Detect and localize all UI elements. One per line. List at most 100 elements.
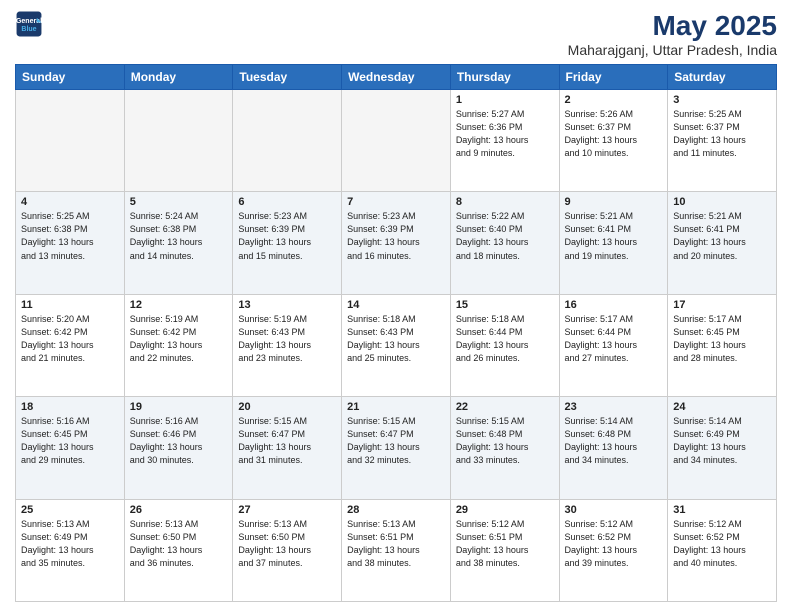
calendar-cell: 27 Sunrise: 5:13 AM Sunset: 6:50 PM Dayli…	[233, 499, 342, 601]
day-info: Sunrise: 5:21 AM Sunset: 6:41 PM Dayligh…	[565, 210, 663, 262]
day-info: Sunrise: 5:13 AM Sunset: 6:50 PM Dayligh…	[238, 518, 336, 570]
day-number: 28	[347, 504, 445, 516]
day-number: 26	[130, 504, 228, 516]
day-info: Sunrise: 5:13 AM Sunset: 6:49 PM Dayligh…	[21, 518, 119, 570]
calendar-week-row: 1Sunrise: 5:27 AM Sunset: 6:36 PM Daylig…	[16, 90, 777, 192]
calendar-cell: 8 Sunrise: 5:22 AM Sunset: 6:40 PM Daylig…	[450, 192, 559, 294]
calendar-cell: 16 Sunrise: 5:17 AM Sunset: 6:44 PM Dayli…	[559, 294, 668, 396]
calendar-cell	[16, 90, 125, 192]
day-info: Sunrise: 5:12 AM Sunset: 6:52 PM Dayligh…	[565, 518, 663, 570]
col-monday: Monday	[124, 65, 233, 90]
day-number: 21	[347, 401, 445, 413]
day-info: Sunrise: 5:25 AM Sunset: 6:38 PM Dayligh…	[21, 210, 119, 262]
day-info: Sunrise: 5:16 AM Sunset: 6:45 PM Dayligh…	[21, 415, 119, 467]
calendar-cell: 10 Sunrise: 5:21 AM Sunset: 6:41 PM Dayli…	[668, 192, 777, 294]
calendar-week-row: 11 Sunrise: 5:20 AM Sunset: 6:42 PM Dayli…	[16, 294, 777, 396]
day-number: 9	[565, 196, 663, 208]
calendar-cell: 14Sunrise: 5:18 AM Sunset: 6:43 PM Dayli…	[342, 294, 451, 396]
logo-icon: General Blue	[15, 10, 43, 38]
calendar-cell: 17 Sunrise: 5:17 AM Sunset: 6:45 PM Dayli…	[668, 294, 777, 396]
day-info: Sunrise: 5:14 AM Sunset: 6:48 PM Dayligh…	[565, 415, 663, 467]
day-info: Sunrise: 5:17 AM Sunset: 6:45 PM Dayligh…	[673, 313, 771, 365]
day-number: 17	[673, 299, 771, 311]
calendar-cell: 11 Sunrise: 5:20 AM Sunset: 6:42 PM Dayli…	[16, 294, 125, 396]
day-number: 14	[347, 299, 445, 311]
calendar-week-row: 25 Sunrise: 5:13 AM Sunset: 6:49 PM Dayli…	[16, 499, 777, 601]
day-info: Sunrise: 5:23 AM Sunset: 6:39 PM Dayligh…	[238, 210, 336, 262]
day-number: 8	[456, 196, 554, 208]
calendar-header-row: Sunday Monday Tuesday Wednesday Thursday…	[16, 65, 777, 90]
day-info: Sunrise: 5:16 AM Sunset: 6:46 PM Dayligh…	[130, 415, 228, 467]
col-sunday: Sunday	[16, 65, 125, 90]
calendar-cell: 20 Sunrise: 5:15 AM Sunset: 6:47 PM Dayli…	[233, 397, 342, 499]
day-info: Sunrise: 5:19 AM Sunset: 6:42 PM Dayligh…	[130, 313, 228, 365]
header: General Blue May 2025 Maharajganj, Uttar…	[15, 10, 777, 58]
col-thursday: Thursday	[450, 65, 559, 90]
day-number: 22	[456, 401, 554, 413]
day-info: Sunrise: 5:13 AM Sunset: 6:50 PM Dayligh…	[130, 518, 228, 570]
calendar-cell: 12 Sunrise: 5:19 AM Sunset: 6:42 PM Dayli…	[124, 294, 233, 396]
day-number: 27	[238, 504, 336, 516]
day-number: 6	[238, 196, 336, 208]
subtitle: Maharajganj, Uttar Pradesh, India	[568, 42, 777, 58]
calendar-cell	[342, 90, 451, 192]
day-number: 5	[130, 196, 228, 208]
day-number: 10	[673, 196, 771, 208]
day-number: 20	[238, 401, 336, 413]
day-number: 25	[21, 504, 119, 516]
day-info: Sunrise: 5:15 AM Sunset: 6:47 PM Dayligh…	[238, 415, 336, 467]
day-number: 15	[456, 299, 554, 311]
calendar-cell: 3 Sunrise: 5:25 AM Sunset: 6:37 PM Daylig…	[668, 90, 777, 192]
calendar-cell: 7Sunrise: 5:23 AM Sunset: 6:39 PM Daylig…	[342, 192, 451, 294]
calendar-cell	[233, 90, 342, 192]
day-info: Sunrise: 5:19 AM Sunset: 6:43 PM Dayligh…	[238, 313, 336, 365]
day-info: Sunrise: 5:21 AM Sunset: 6:41 PM Dayligh…	[673, 210, 771, 262]
day-info: Sunrise: 5:17 AM Sunset: 6:44 PM Dayligh…	[565, 313, 663, 365]
day-info: Sunrise: 5:24 AM Sunset: 6:38 PM Dayligh…	[130, 210, 228, 262]
day-info: Sunrise: 5:25 AM Sunset: 6:37 PM Dayligh…	[673, 108, 771, 160]
day-number: 12	[130, 299, 228, 311]
calendar-cell: 4Sunrise: 5:25 AM Sunset: 6:38 PM Daylig…	[16, 192, 125, 294]
day-info: Sunrise: 5:22 AM Sunset: 6:40 PM Dayligh…	[456, 210, 554, 262]
day-info: Sunrise: 5:15 AM Sunset: 6:47 PM Dayligh…	[347, 415, 445, 467]
title-block: May 2025 Maharajganj, Uttar Pradesh, Ind…	[568, 10, 777, 58]
calendar-cell: 23 Sunrise: 5:14 AM Sunset: 6:48 PM Dayli…	[559, 397, 668, 499]
calendar-cell: 18 Sunrise: 5:16 AM Sunset: 6:45 PM Dayli…	[16, 397, 125, 499]
day-info: Sunrise: 5:20 AM Sunset: 6:42 PM Dayligh…	[21, 313, 119, 365]
calendar-cell	[124, 90, 233, 192]
day-info: Sunrise: 5:14 AM Sunset: 6:49 PM Dayligh…	[673, 415, 771, 467]
svg-text:Blue: Blue	[21, 26, 36, 33]
col-friday: Friday	[559, 65, 668, 90]
calendar-table: Sunday Monday Tuesday Wednesday Thursday…	[15, 64, 777, 602]
day-number: 18	[21, 401, 119, 413]
day-number: 3	[673, 94, 771, 106]
calendar-cell: 28Sunrise: 5:13 AM Sunset: 6:51 PM Dayli…	[342, 499, 451, 601]
calendar-cell: 24Sunrise: 5:14 AM Sunset: 6:49 PM Dayli…	[668, 397, 777, 499]
calendar-cell: 6 Sunrise: 5:23 AM Sunset: 6:39 PM Daylig…	[233, 192, 342, 294]
day-info: Sunrise: 5:23 AM Sunset: 6:39 PM Dayligh…	[347, 210, 445, 262]
day-number: 13	[238, 299, 336, 311]
calendar-cell: 22 Sunrise: 5:15 AM Sunset: 6:48 PM Dayli…	[450, 397, 559, 499]
day-number: 1	[456, 94, 554, 106]
day-number: 23	[565, 401, 663, 413]
day-info: Sunrise: 5:12 AM Sunset: 6:52 PM Dayligh…	[673, 518, 771, 570]
calendar-cell: 13 Sunrise: 5:19 AM Sunset: 6:43 PM Dayli…	[233, 294, 342, 396]
calendar-cell: 31 Sunrise: 5:12 AM Sunset: 6:52 PM Dayli…	[668, 499, 777, 601]
day-info: Sunrise: 5:18 AM Sunset: 6:44 PM Dayligh…	[456, 313, 554, 365]
calendar-cell: 5 Sunrise: 5:24 AM Sunset: 6:38 PM Daylig…	[124, 192, 233, 294]
calendar-cell: 21 Sunrise: 5:15 AM Sunset: 6:47 PM Dayli…	[342, 397, 451, 499]
calendar-cell: 15 Sunrise: 5:18 AM Sunset: 6:44 PM Dayli…	[450, 294, 559, 396]
day-info: Sunrise: 5:26 AM Sunset: 6:37 PM Dayligh…	[565, 108, 663, 160]
day-number: 2	[565, 94, 663, 106]
main-title: May 2025	[568, 10, 777, 42]
calendar-cell: 26 Sunrise: 5:13 AM Sunset: 6:50 PM Dayli…	[124, 499, 233, 601]
day-number: 16	[565, 299, 663, 311]
calendar-cell: 25 Sunrise: 5:13 AM Sunset: 6:49 PM Dayli…	[16, 499, 125, 601]
calendar-cell: 9 Sunrise: 5:21 AM Sunset: 6:41 PM Daylig…	[559, 192, 668, 294]
day-info: Sunrise: 5:15 AM Sunset: 6:48 PM Dayligh…	[456, 415, 554, 467]
day-number: 31	[673, 504, 771, 516]
day-number: 11	[21, 299, 119, 311]
col-tuesday: Tuesday	[233, 65, 342, 90]
page: General Blue May 2025 Maharajganj, Uttar…	[0, 0, 792, 612]
day-number: 19	[130, 401, 228, 413]
